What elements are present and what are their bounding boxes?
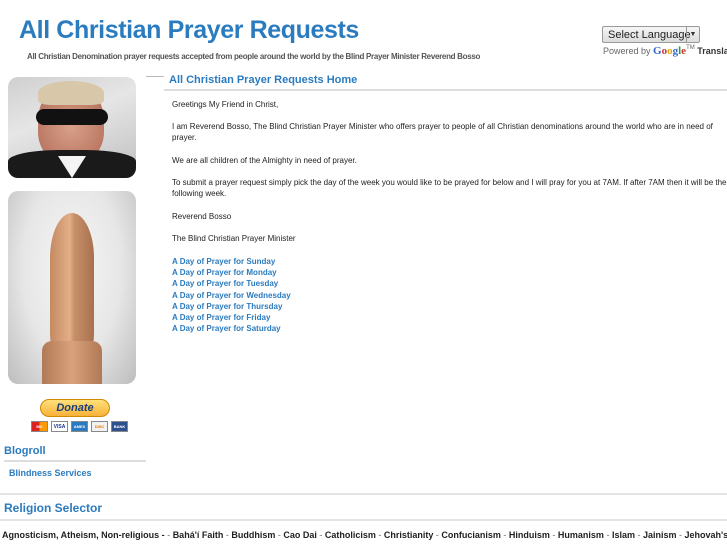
religion-item[interactable]: Jainism <box>643 530 677 540</box>
blogroll-link-blindness-services[interactable]: Blindness Services <box>9 468 92 478</box>
column-divider <box>146 76 164 77</box>
payment-cards: MC VISA AMEX DISC BANK <box>31 421 128 433</box>
page-title[interactable]: All Christian Prayer Requests Home <box>169 74 357 86</box>
religion-item[interactable]: Cao Dai <box>283 530 317 540</box>
chevron-down-icon[interactable]: ▼ <box>686 27 699 42</box>
site-tagline: All Christian Denomination prayer reques… <box>27 52 481 61</box>
powered-by-google-translate[interactable]: Powered by GoogleTM Translate <box>603 45 727 57</box>
religion-item[interactable]: Catholicism <box>325 530 376 540</box>
minister-photo <box>8 77 136 178</box>
religion-item[interactable]: Bahá'í Faith <box>173 530 224 540</box>
language-select-label: Select Language <box>608 28 691 41</box>
signature-title: The Blind Christian Prayer Minister <box>172 233 296 243</box>
day-link-thursday[interactable]: A Day of Prayer for Thursday <box>172 301 291 312</box>
language-select[interactable]: Select Language ▼ <box>602 26 700 43</box>
discover-icon: DISC <box>91 421 108 432</box>
intro-paragraph: I am Reverend Bosso, The Blind Christian… <box>172 122 713 143</box>
day-link-tuesday[interactable]: A Day of Prayer for Tuesday <box>172 278 291 289</box>
prayer-day-links: A Day of Prayer for Sunday A Day of Pray… <box>172 256 291 334</box>
religion-item[interactable]: Christianity <box>384 530 434 540</box>
day-link-saturday[interactable]: A Day of Prayer for Saturday <box>172 323 291 334</box>
praying-hands-photo <box>8 191 136 384</box>
amex-icon: AMEX <box>71 421 88 432</box>
religion-item[interactable]: Jehovah's <box>684 530 727 540</box>
instructions-paragraph: To submit a prayer request simply pick t… <box>172 178 727 199</box>
blogroll-heading: Blogroll <box>4 445 46 457</box>
religion-item[interactable]: Buddhism <box>231 530 275 540</box>
google-logo: GoogleTM <box>653 45 695 57</box>
mastercard-icon: MC <box>31 421 48 432</box>
religion-item[interactable]: Hinduism <box>509 530 550 540</box>
religion-divider <box>0 519 727 521</box>
bank-icon: BANK <box>111 421 128 432</box>
site-title[interactable]: All Christian Prayer Requests <box>19 16 359 45</box>
greeting-paragraph: Greetings My Friend in Christ, <box>172 100 279 109</box>
visa-icon: VISA <box>51 421 68 432</box>
day-link-wednesday[interactable]: A Day of Prayer for Wednesday <box>172 290 291 301</box>
day-link-monday[interactable]: A Day of Prayer for Monday <box>172 267 291 278</box>
title-divider <box>164 89 727 91</box>
signature-name: Reverend Bosso <box>172 211 232 221</box>
religion-selector-heading: Religion Selector <box>4 501 103 515</box>
blogroll-divider <box>4 460 146 462</box>
religion-item[interactable]: Confucianism <box>441 530 501 540</box>
translate-label: Translate <box>697 46 727 56</box>
religion-item[interactable]: Agnosticism, Atheism, Non-religious - <box>2 530 165 540</box>
children-paragraph: We are all children of the Almighty in n… <box>172 155 357 165</box>
religion-item[interactable]: Humanism <box>558 530 604 540</box>
religion-list: Agnosticism, Atheism, Non-religious - - … <box>2 530 727 540</box>
footer-divider <box>0 493 727 495</box>
religion-item[interactable]: Islam <box>612 530 635 540</box>
day-link-friday[interactable]: A Day of Prayer for Friday <box>172 312 291 323</box>
powered-by-label: Powered by <box>603 46 651 56</box>
donate-button[interactable]: Donate <box>40 399 110 417</box>
main-content: Greetings My Friend in Christ, I am Reve… <box>172 99 727 255</box>
day-link-sunday[interactable]: A Day of Prayer for Sunday <box>172 256 291 267</box>
